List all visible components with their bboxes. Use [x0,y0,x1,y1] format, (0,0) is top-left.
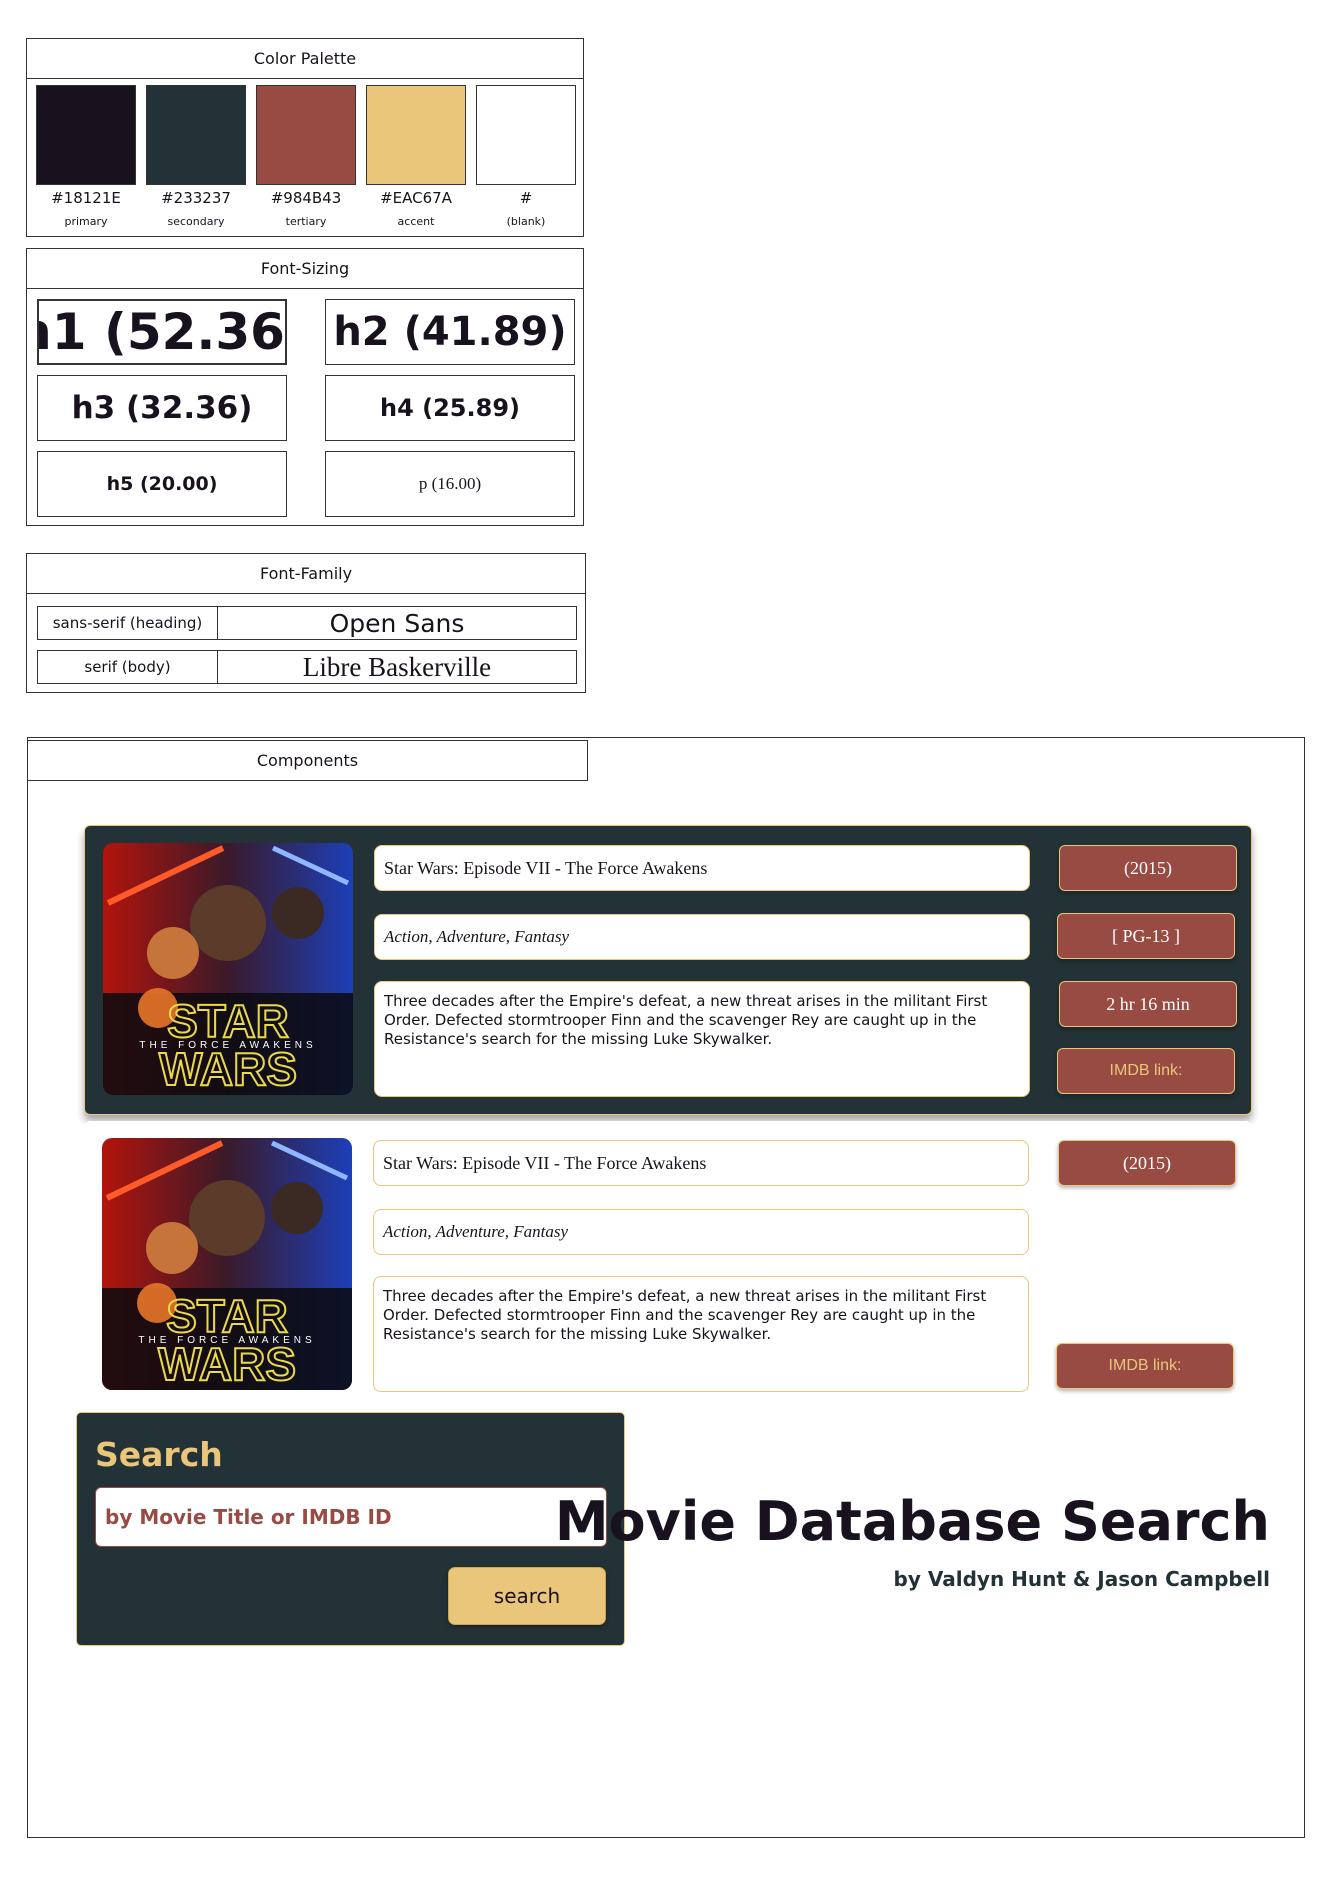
swatch-role-label: tertiary [285,215,327,228]
movie-plot-field: Three decades after the Empire's defeat,… [373,1276,1029,1392]
components-title: Components [256,750,359,770]
swatch-hex-label: # [519,189,533,207]
movie-poster: STAR THE FORCE AWAKENS WARS [103,843,353,1095]
font-sizing-panel: Font-Sizing h1 (52.36) h2 (41.89) h3 (32… [26,248,584,526]
page-title: Movie Database Search [554,1490,1270,1553]
font-family-title: Font-Family [27,554,585,594]
poster-art-icon: STAR THE FORCE AWAKENS WARS [103,843,353,1095]
h4-sample: h4 (25.89) [325,375,575,441]
movie-plot-field: Three decades after the Empire's defeat,… [374,981,1030,1097]
sans-serif-label: sans-serif (heading) [37,606,218,640]
poster-wars-text: WARS [159,1043,297,1095]
search-input[interactable] [95,1487,607,1547]
imdb-link-button[interactable]: IMDB link: [1056,1343,1234,1389]
swatch-role-label: (blank) [506,215,546,228]
color-swatch-primary [36,85,136,185]
swatch-role-label: primary [64,215,108,228]
movie-title-field: Star Wars: Episode VII - The Force Awake… [373,1140,1029,1186]
runtime-badge: 2 hr 16 min [1059,981,1237,1027]
imdb-link-button[interactable]: IMDB link: [1057,1048,1235,1094]
color-palette-title: Color Palette [27,39,583,79]
h1-sample: h1 (52.36) [37,299,287,365]
swatch-hex-label: #18121E [51,189,121,207]
search-button[interactable]: search [448,1567,606,1625]
movie-poster: STAR THE FORCE AWAKENS WARS [102,1138,352,1390]
h5-sample: h5 (20.00) [37,451,287,517]
color-swatch-tertiary [256,85,356,185]
components-title-box: Components [27,740,588,781]
components-panel: Components STAR THE FORCE AWAKENS WARS S… [27,737,1305,1838]
page-byline: by Valdyn Hunt & Jason Campbell [893,1567,1270,1591]
swatch-hex-label: #233237 [161,189,231,207]
rating-badge: [ PG-13 ] [1057,913,1235,959]
swatch-hex-label: #984B43 [270,189,342,207]
swatch-role-label: secondary [167,215,225,228]
font-sizing-title: Font-Sizing [27,249,583,289]
poster-art-icon: STAR THE FORCE AWAKENS WARS [102,1138,352,1390]
movie-genre-field: Action, Adventure, Fantasy [374,914,1030,960]
serif-label: serif (body) [37,650,218,684]
year-badge: (2015) [1059,845,1237,891]
movie-genre-field: Action, Adventure, Fantasy [373,1209,1029,1255]
font-family-panel: Font-Family sans-serif (heading) Open Sa… [26,553,586,693]
serif-sample: Libre Baskerville [217,650,577,684]
h2-sample: h2 (41.89) [325,299,575,365]
color-swatch-secondary [146,85,246,185]
p-sample: p (16.00) [325,451,575,517]
movie-card-compact: STAR THE FORCE AWAKENS WARS Star Wars: E… [84,1121,1252,1411]
color-swatch-accent [366,85,466,185]
search-panel: Search search [76,1412,625,1646]
swatch-role-label: accent [397,215,435,228]
year-badge: (2015) [1058,1140,1236,1186]
color-palette-panel: Color Palette #18121E primary #233237 secon… [26,38,584,237]
color-swatch-blank [476,85,576,185]
swatch-hex-label: #EAC67A [380,189,452,207]
movie-title-field: Star Wars: Episode VII - The Force Awake… [374,845,1030,891]
h3-sample: h3 (32.36) [37,375,287,441]
movie-card-full: STAR THE FORCE AWAKENS WARS Star Wars: E… [84,825,1252,1115]
search-heading: Search [95,1435,223,1474]
sans-serif-sample: Open Sans [217,606,577,640]
poster-wars-text: WARS [158,1338,296,1390]
